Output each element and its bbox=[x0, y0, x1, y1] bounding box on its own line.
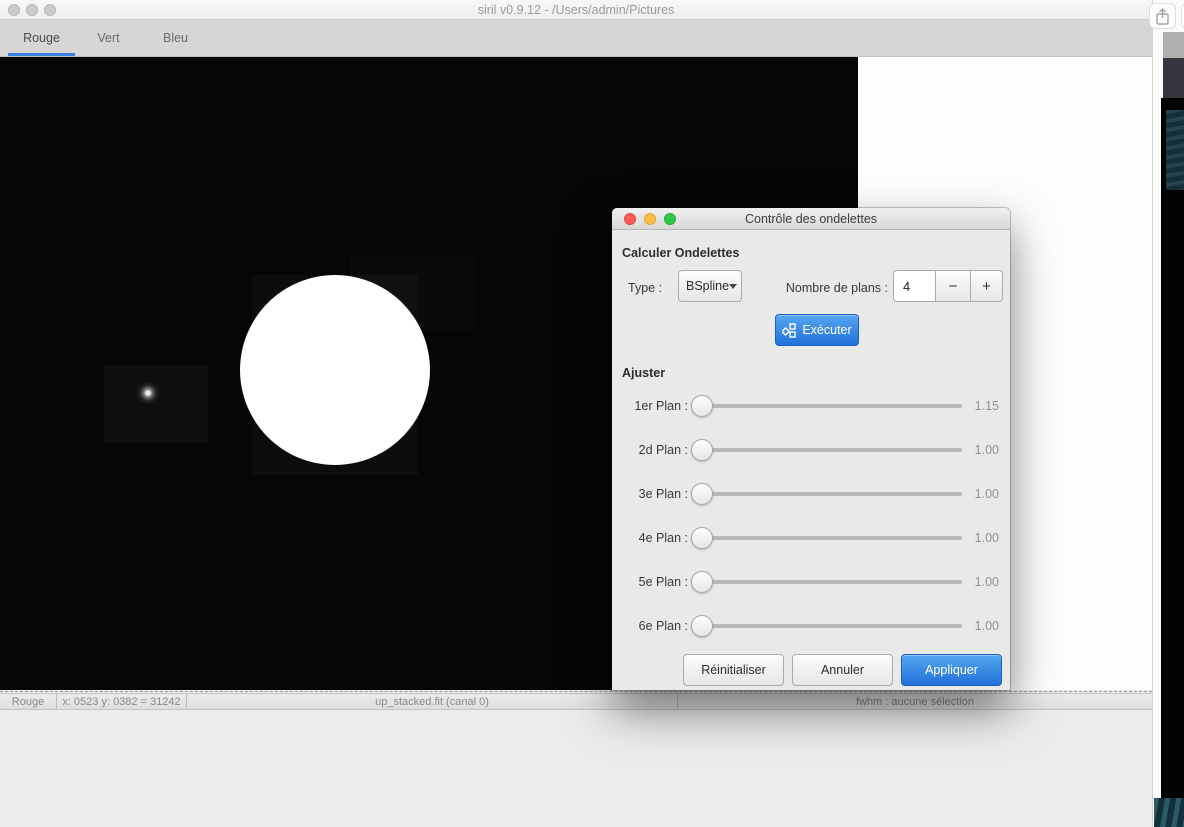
plane-slider-row: 2d Plan : 1.00 bbox=[612, 437, 1010, 463]
zoom-window-button[interactable] bbox=[44, 4, 56, 16]
wavelet-type-dropdown[interactable]: BSpline bbox=[678, 270, 742, 302]
execute-button[interactable]: Exécuter bbox=[775, 314, 859, 346]
plane-6-knob[interactable] bbox=[691, 615, 713, 637]
planes-decrement-button[interactable]: − bbox=[935, 270, 970, 302]
planes-value-field[interactable]: 4 bbox=[893, 270, 935, 302]
plane-3-knob[interactable] bbox=[691, 483, 713, 505]
planes-increment-button[interactable]: + bbox=[970, 270, 1003, 302]
plane-5-value: 1.00 bbox=[957, 569, 999, 595]
chevron-down-icon bbox=[729, 284, 737, 289]
plane-1-value: 1.15 bbox=[957, 393, 999, 419]
plane-6-label: 6e Plan : bbox=[612, 613, 688, 639]
plane-5-slider[interactable] bbox=[700, 580, 962, 584]
plane-1-label: 1er Plan : bbox=[612, 393, 688, 419]
reset-button[interactable]: Réinitialiser bbox=[683, 654, 784, 686]
adjust-section-label: Ajuster bbox=[622, 366, 665, 380]
plane-2-knob[interactable] bbox=[691, 439, 713, 461]
faint-star bbox=[136, 381, 160, 405]
plane-4-knob[interactable] bbox=[691, 527, 713, 549]
desktop-wallpaper-patch bbox=[1154, 798, 1184, 827]
planes-spinner: 4 − + bbox=[893, 270, 1003, 302]
compute-section-label: Calculer Ondelettes bbox=[622, 246, 739, 260]
wavelet-type-value: BSpline bbox=[686, 279, 729, 293]
dialog-close-button[interactable] bbox=[624, 213, 636, 225]
plane-4-label: 4e Plan : bbox=[612, 525, 688, 551]
tab-bleu[interactable]: Bleu bbox=[142, 20, 209, 56]
plane-2-label: 2d Plan : bbox=[612, 437, 688, 463]
close-window-button[interactable] bbox=[8, 4, 20, 16]
dialog-titlebar[interactable]: Contrôle des ondelettes bbox=[612, 208, 1010, 230]
dialog-title: Contrôle des ondelettes bbox=[745, 212, 877, 226]
desktop-wallpaper-patch bbox=[1166, 110, 1184, 190]
window-title: siril v0.9.12 - /Users/admin/Pictures bbox=[478, 3, 675, 17]
plane-6-value: 1.00 bbox=[957, 613, 999, 639]
plane-1-knob[interactable] bbox=[691, 395, 713, 417]
plane-3-slider[interactable] bbox=[700, 492, 962, 496]
background-window-band bbox=[1163, 58, 1184, 98]
background-window-strip bbox=[1152, 0, 1184, 827]
tab-vert[interactable]: Vert bbox=[75, 20, 142, 56]
wavelet-dialog: Contrôle des ondelettes Calculer Ondelet… bbox=[612, 208, 1010, 690]
status-channel: Rouge bbox=[0, 694, 57, 709]
display-controls-panel: tronquer 20882 0 Min/Max bbox=[0, 710, 1152, 827]
image-artifact-block bbox=[104, 365, 208, 443]
plane-5-label: 5e Plan : bbox=[612, 569, 688, 595]
plane-3-label: 3e Plan : bbox=[612, 481, 688, 507]
execute-label: Exécuter bbox=[802, 323, 851, 337]
plane-slider-row: 3e Plan : 1.00 bbox=[612, 481, 1010, 507]
status-coordinates: x: 0523 y: 0382 = 31242 bbox=[57, 694, 187, 709]
plane-1-slider[interactable] bbox=[700, 404, 962, 408]
bright-planet-blob bbox=[240, 275, 430, 465]
statusbar: Rouge x: 0523 y: 0382 = 31242 up_stacked… bbox=[0, 693, 1152, 710]
share-button bbox=[1149, 3, 1176, 29]
status-filename: up_stacked.fit (canal 0) bbox=[187, 694, 678, 709]
plane-5-knob[interactable] bbox=[691, 571, 713, 593]
execute-icon bbox=[782, 323, 797, 338]
plane-slider-row: 4e Plan : 1.00 bbox=[612, 525, 1010, 551]
canvas-dashed-border bbox=[0, 691, 1152, 692]
cancel-button[interactable]: Annuler bbox=[792, 654, 893, 686]
plane-3-value: 1.00 bbox=[957, 481, 999, 507]
background-dark-area bbox=[1161, 98, 1184, 798]
plane-2-value: 1.00 bbox=[957, 437, 999, 463]
plane-4-slider[interactable] bbox=[700, 536, 962, 540]
dialog-zoom-button[interactable] bbox=[664, 213, 676, 225]
background-window-band bbox=[1163, 32, 1184, 58]
type-label: Type : bbox=[628, 281, 662, 295]
plane-6-slider[interactable] bbox=[700, 624, 962, 628]
plane-slider-row: 5e Plan : 1.00 bbox=[612, 569, 1010, 595]
plane-2-slider[interactable] bbox=[700, 448, 962, 452]
dialog-minimize-button[interactable] bbox=[644, 213, 656, 225]
share-icon bbox=[1150, 5, 1175, 29]
status-fwhm: fwhm : aucune sélection bbox=[678, 694, 1152, 709]
minimize-window-button[interactable] bbox=[26, 4, 38, 16]
plane-slider-row: 6e Plan : 1.00 bbox=[612, 613, 1010, 639]
channel-tabbar: Rouge Vert Bleu bbox=[0, 20, 1152, 57]
plane-4-value: 1.00 bbox=[957, 525, 999, 551]
tab-rouge[interactable]: Rouge bbox=[8, 20, 75, 56]
main-titlebar: siril v0.9.12 - /Users/admin/Pictures bbox=[0, 0, 1152, 20]
apply-button[interactable]: Appliquer bbox=[901, 654, 1002, 686]
planes-label: Nombre de plans : bbox=[772, 281, 888, 295]
plane-slider-row: 1er Plan : 1.15 bbox=[612, 393, 1010, 419]
